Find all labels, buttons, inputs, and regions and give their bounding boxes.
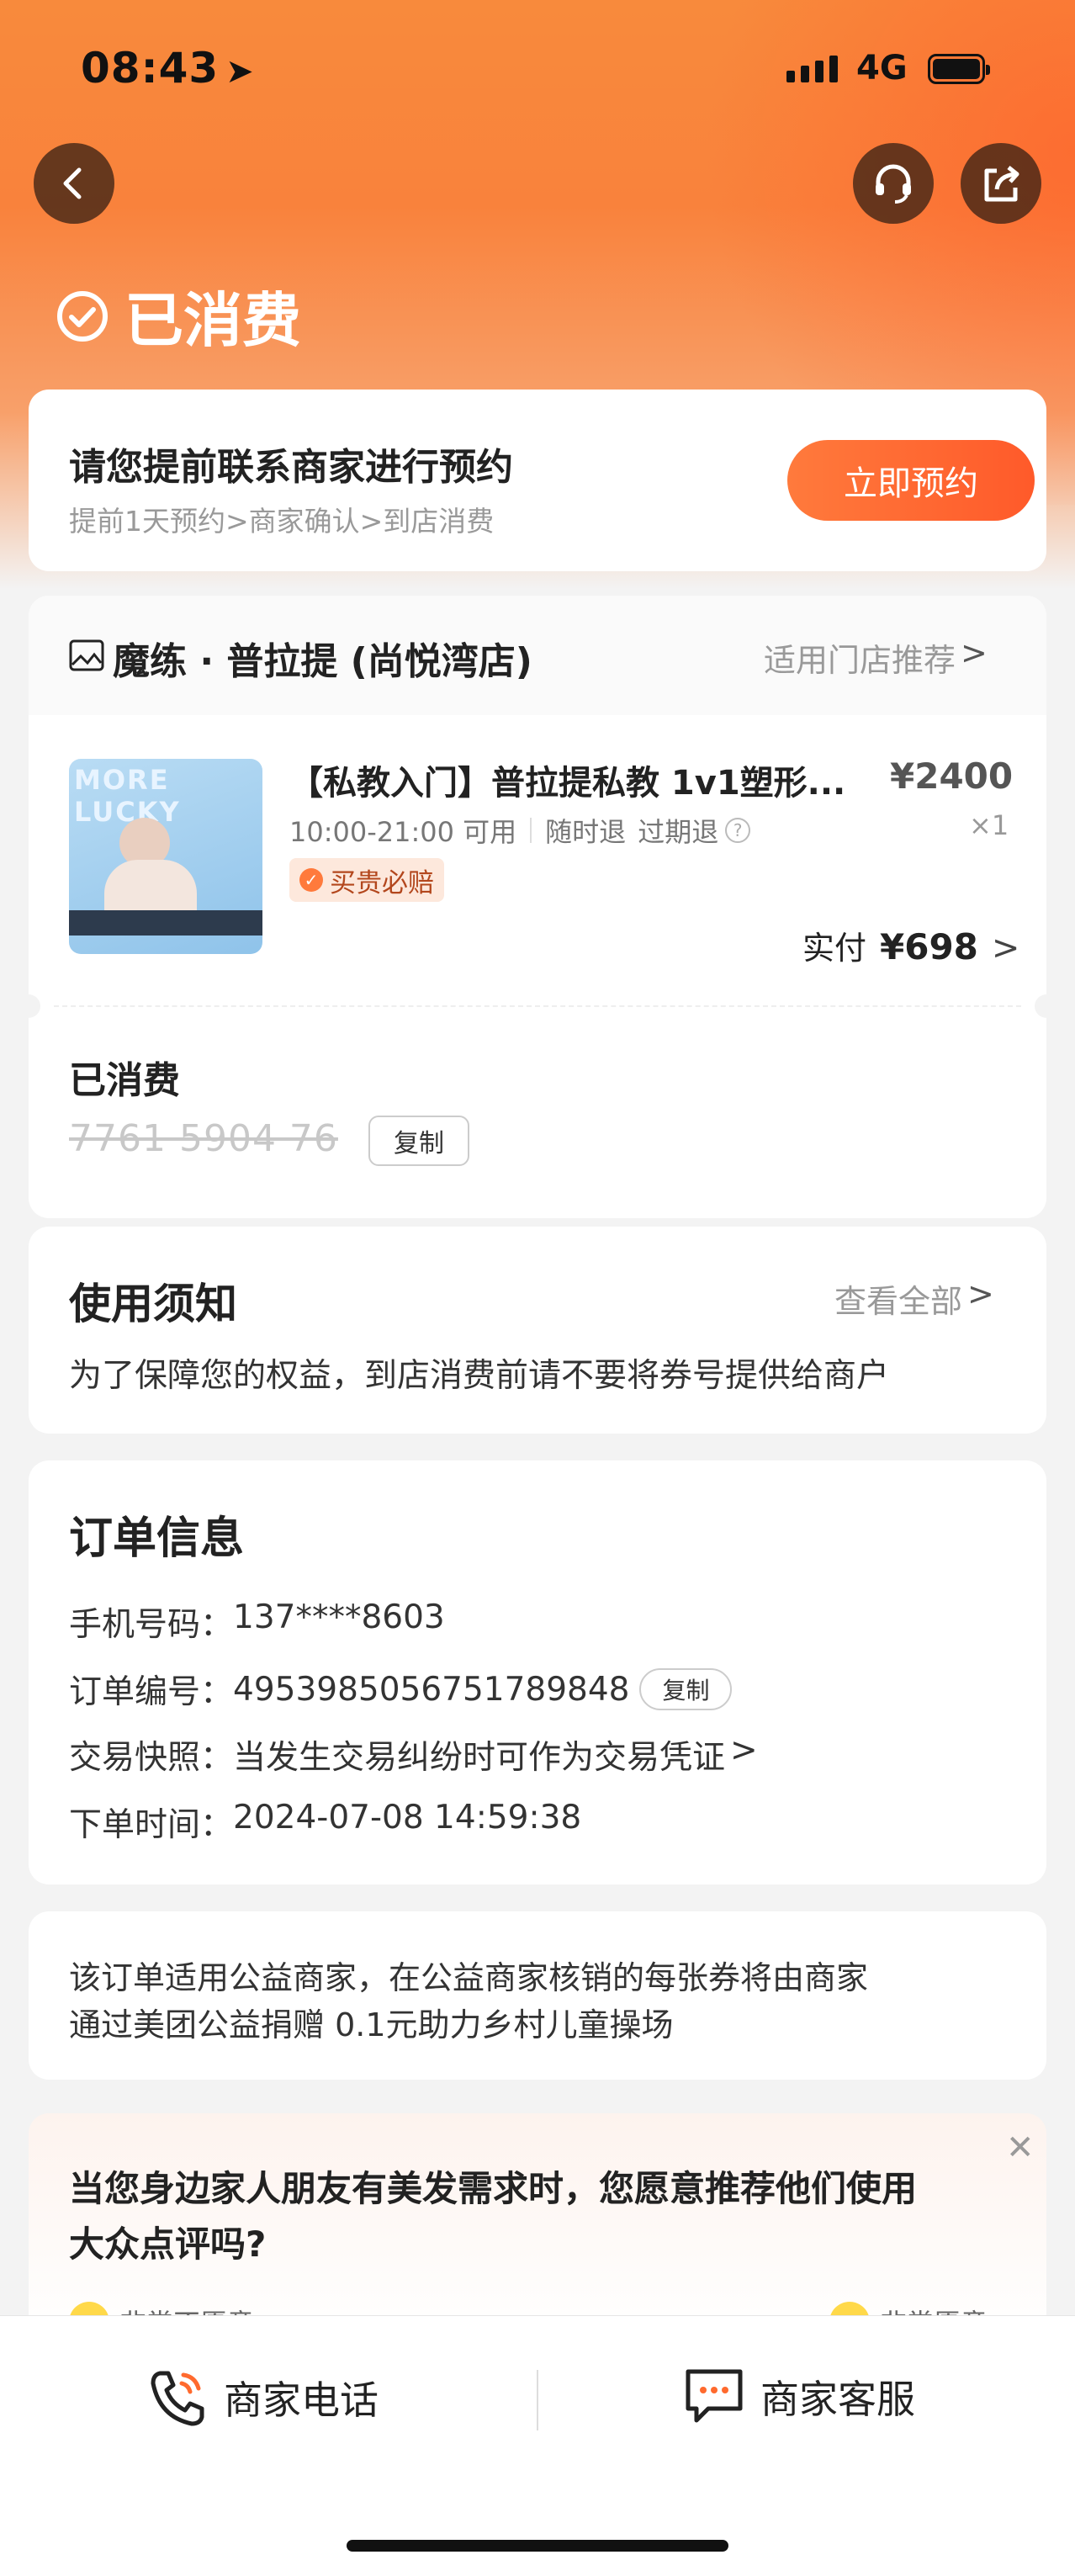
ticket-divider: [54, 1005, 1021, 1007]
back-arrow-icon: [63, 167, 82, 199]
order-time-row: 下单时间： 2024-07-08 14:59:38: [69, 1799, 582, 1844]
phone-icon: [151, 2371, 204, 2426]
notice-title: 使用须知: [69, 1280, 237, 1328]
reservation-title: 请您提前联系商家进行预约: [69, 446, 513, 489]
charity-card: 该订单适用公益商家，在公益商家核销的每张券将由商家 通过美团公益捐赠 0.1元助…: [29, 1911, 1046, 2080]
product-image-text: MORE LUCKY: [74, 764, 181, 828]
home-indicator: [347, 2540, 728, 2552]
help-icon[interactable]: ?: [725, 818, 751, 843]
product-price: ¥2400: [890, 755, 1014, 797]
customer-service-button[interactable]: [853, 143, 934, 224]
refund-anytime: 随时退: [545, 816, 627, 848]
order-phone-row: 手机号码： 137****8603: [69, 1598, 445, 1644]
headset-icon: [876, 164, 911, 204]
copy-order-number-button[interactable]: 复制: [639, 1668, 733, 1710]
refund-expired: 过期退: [638, 816, 719, 848]
survey-card: ✕ 当您身边家人朋友有美发需求时，您愿意推荐他们使用 大众点评吗? 非常不愿意 …: [29, 2113, 1046, 2340]
view-all-link[interactable]: 查看全部 >: [834, 1275, 994, 1322]
chevron-right-icon: >: [991, 929, 1020, 967]
ticket-notch-left: [17, 994, 40, 1018]
product-title[interactable]: 【私教入门】普拉提私教 1v1塑形...: [289, 755, 845, 804]
paid-amount: ¥698: [880, 926, 978, 967]
battery-icon: [928, 54, 990, 84]
signal-icon: [786, 56, 838, 82]
notice-card: 使用须知 查看全部 > 为了保障您的权益，到店消费前请不要将券号提供给商户: [29, 1227, 1046, 1434]
product-image[interactable]: MORE LUCKY: [69, 759, 262, 954]
survey-question-2: 大众点评吗?: [69, 2224, 267, 2265]
paid-label: 实付: [802, 930, 867, 967]
close-icon[interactable]: ✕: [1006, 2128, 1035, 2167]
order-status-title: 已消费: [56, 273, 301, 358]
bottom-divider: [537, 2370, 538, 2430]
share-button[interactable]: [961, 143, 1041, 224]
location-arrow-icon: ➤: [225, 52, 255, 91]
status-time: 08:43 ➤: [81, 44, 255, 93]
order-number-row: 订单编号： 4953985056751789848 复制: [69, 1666, 733, 1713]
product-usage-info: 10:00-21:00 可用 随时退 过期退 ?: [289, 811, 751, 850]
shield-check-icon: ✓: [299, 868, 323, 892]
order-number: 4953985056751789848: [233, 1670, 630, 1709]
share-icon: [984, 166, 1019, 202]
product-card: 魔练 · 普拉提 (尚悦湾店) 适用门店推荐 > MORE LUCKY 【私教入门…: [17, 596, 1058, 1218]
bottom-action-bar: 商家电话 商家客服: [0, 2315, 1075, 2576]
chevron-right-icon: >: [730, 1731, 758, 1769]
notice-text: 为了保障您的权益，到店消费前请不要将券号提供给商户: [69, 1357, 890, 1395]
voucher-status: 已消费: [69, 1059, 180, 1102]
chat-icon: [686, 2369, 743, 2423]
chevron-right-icon: >: [967, 1275, 994, 1312]
usage-hours: 10:00-21:00 可用: [289, 816, 517, 848]
guarantee-badge: ✓ 买贵必赔: [289, 858, 444, 902]
paid-amount-row[interactable]: 实付 ¥698 >: [802, 922, 1019, 968]
store-recommend-link[interactable]: 适用门店推荐 >: [764, 634, 988, 681]
order-info-title: 订单信息: [69, 1513, 245, 1564]
check-circle-icon: [57, 290, 108, 342]
copy-voucher-button[interactable]: 复制: [368, 1116, 469, 1166]
voucher-code: 7761 5904 76: [69, 1117, 338, 1160]
back-button[interactable]: [34, 143, 114, 224]
reservation-steps: 提前1天预约>商家确认>到店消费: [69, 505, 495, 538]
trade-snapshot-row[interactable]: 交易快照： 当发生交易纠纷时可作为交易凭证 >: [69, 1731, 758, 1778]
store-name[interactable]: 魔练 · 普拉提 (尚悦湾店): [113, 631, 532, 685]
network-type: 4G: [856, 49, 908, 87]
book-now-button[interactable]: 立即预约: [787, 440, 1035, 521]
ticket-notch-right: [1035, 994, 1058, 1018]
charity-line-2: 通过美团公益捐赠 0.1元助力乡村儿童操场: [69, 2006, 674, 2043]
store-icon: [69, 639, 104, 671]
charity-line-1: 该订单适用公益商家，在公益商家核销的每张券将由商家: [69, 1959, 869, 1996]
survey-question-1: 当您身边家人朋友有美发需求时，您愿意推荐他们使用: [69, 2168, 918, 2209]
reservation-card: 请您提前联系商家进行预约 提前1天预约>商家确认>到店消费 立即预约: [29, 390, 1046, 571]
merchant-service-button[interactable]: 商家客服: [683, 2367, 915, 2427]
merchant-phone-button[interactable]: 商家电话: [148, 2367, 379, 2429]
product-quantity: ×1: [969, 809, 1009, 841]
order-info-card: 订单信息 手机号码： 137****8603 订单编号： 4953985056751…: [29, 1460, 1046, 1884]
chevron-right-icon: >: [961, 634, 988, 671]
